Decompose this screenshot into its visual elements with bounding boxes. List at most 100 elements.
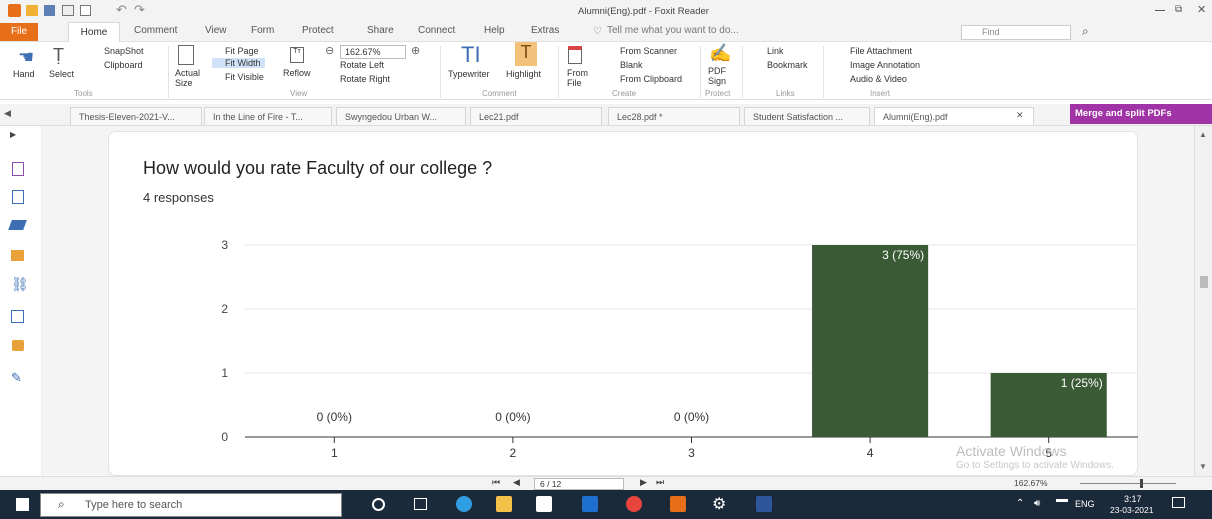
thumbnails-icon[interactable]: [12, 190, 24, 204]
minimize-icon[interactable]: [1155, 10, 1165, 11]
user-sign-icon[interactable]: ✎: [11, 370, 22, 386]
tab-scroll-left-icon[interactable]: ◀: [4, 108, 11, 119]
redo-icon[interactable]: ↷: [134, 2, 145, 18]
scroll-up-icon[interactable]: ▲: [1199, 130, 1207, 139]
zoom-slider-thumb[interactable]: [1140, 479, 1143, 488]
prev-page-icon[interactable]: ◀: [513, 477, 520, 488]
tab-share[interactable]: Share: [367, 25, 394, 36]
doc-tab[interactable]: In the Line of Fire - T...: [204, 107, 332, 125]
layers-icon[interactable]: [8, 220, 27, 230]
lock-icon[interactable]: [12, 340, 24, 351]
from-scanner-button[interactable]: From Scanner: [620, 46, 677, 56]
windows-start-icon[interactable]: [16, 498, 29, 511]
task-view-icon[interactable]: [414, 498, 427, 510]
zoom-out-icon[interactable]: ⊖: [325, 44, 334, 57]
file-menu[interactable]: File: [0, 23, 38, 41]
doc-tab[interactable]: Lec28.pdf *: [608, 107, 740, 125]
pages-icon[interactable]: [12, 162, 24, 176]
taskbar-search-input[interactable]: Type here to search: [40, 493, 342, 517]
rotate-left-button[interactable]: Rotate Left: [340, 60, 384, 70]
tab-connect[interactable]: Connect: [418, 25, 455, 36]
new-icon[interactable]: [80, 5, 91, 16]
link-button[interactable]: Link: [767, 46, 784, 56]
cortana-icon[interactable]: [372, 498, 385, 511]
language-indicator[interactable]: ENG: [1075, 499, 1095, 509]
pdf-sign-button[interactable]: PDF Sign: [708, 66, 732, 86]
snapshot-button[interactable]: SnapShot: [104, 46, 144, 56]
clipboard-button[interactable]: Clipboard: [104, 60, 143, 70]
fit-visible-button[interactable]: Fit Visible: [225, 72, 264, 82]
rotate-right-button[interactable]: Rotate Right: [340, 74, 390, 84]
tray-chevron-icon[interactable]: ⌃: [1016, 498, 1024, 509]
bookmark-button[interactable]: Bookmark: [767, 60, 808, 70]
status-zoom-label: 162.67%: [1014, 478, 1048, 488]
reflow-button[interactable]: Reflow: [283, 68, 311, 78]
open-icon[interactable]: [26, 5, 38, 16]
blank-button[interactable]: Blank: [620, 60, 643, 70]
close-tab-icon[interactable]: ✕: [1016, 110, 1024, 121]
foxit-taskbar-icon[interactable]: [670, 496, 686, 512]
doc-tab[interactable]: Student Satisfaction ...: [744, 107, 870, 125]
tell-me-input[interactable]: Tell me what you want to do...: [607, 25, 739, 36]
doc-tab[interactable]: Swyngedou Urban W...: [336, 107, 466, 125]
settings-gear-icon[interactable]: ⚙: [712, 494, 726, 514]
vertical-scrollbar[interactable]: ▲ ▼: [1194, 126, 1212, 476]
tab-comment[interactable]: Comment: [134, 25, 177, 36]
tab-form[interactable]: Form: [251, 25, 274, 36]
last-page-icon[interactable]: ⏭: [656, 477, 664, 488]
from-file-button[interactable]: From File: [567, 68, 588, 88]
tab-view[interactable]: View: [205, 25, 227, 36]
zoom-slider[interactable]: [1080, 483, 1176, 484]
actual-size-button[interactable]: Actual Size: [175, 68, 203, 88]
scroll-down-icon[interactable]: ▼: [1199, 462, 1207, 471]
ribbon-divider: [168, 46, 169, 98]
undo-icon[interactable]: ↶: [116, 2, 127, 18]
attachment-icon[interactable]: ⛓: [11, 276, 29, 293]
volume-icon[interactable]: 🔊︎: [1034, 498, 1040, 509]
select-tool-button[interactable]: Select: [49, 69, 74, 79]
mail-icon[interactable]: [582, 496, 598, 512]
clock-time[interactable]: 3:17: [1124, 494, 1142, 504]
chrome-icon[interactable]: [626, 496, 642, 512]
from-clipboard-button[interactable]: From Clipboard: [620, 74, 682, 84]
expand-panel-icon[interactable]: ▶: [10, 130, 16, 139]
image-annotation-button[interactable]: Image Annotation: [850, 60, 920, 70]
clock-date[interactable]: 23-03-2021: [1110, 505, 1153, 515]
highlight-button[interactable]: Highlight: [506, 69, 541, 79]
ribbon-divider: [742, 46, 743, 98]
audio-video-button[interactable]: Audio & Video: [850, 74, 907, 84]
store-icon[interactable]: [536, 496, 552, 512]
search-icon[interactable]: ⌕: [1082, 24, 1089, 39]
page-number-field[interactable]: 6 / 12: [534, 478, 624, 490]
file-attachment-button[interactable]: File Attachment: [850, 46, 912, 56]
tab-protect[interactable]: Protect: [302, 25, 334, 36]
doc-tab[interactable]: Lec21.pdf: [470, 107, 602, 125]
tab-home[interactable]: Home: [68, 22, 120, 43]
doc-tab-active[interactable]: Alumni(Eng).pdf: [874, 107, 1034, 125]
close-icon[interactable]: ✕: [1197, 3, 1206, 16]
word-icon[interactable]: [756, 496, 772, 512]
edge-icon[interactable]: [456, 496, 472, 512]
next-page-icon[interactable]: ▶: [640, 477, 647, 488]
save-icon[interactable]: [44, 5, 55, 16]
hand-tool-button[interactable]: Hand: [13, 69, 35, 79]
scroll-thumb[interactable]: [1200, 276, 1208, 288]
first-page-icon[interactable]: ⏮: [492, 477, 500, 488]
zoom-in-icon[interactable]: ⊕: [411, 44, 420, 57]
fit-page-button[interactable]: Fit Page: [225, 46, 259, 56]
signature-panel-icon[interactable]: [11, 310, 24, 323]
tab-help[interactable]: Help: [484, 25, 505, 36]
merge-split-button[interactable]: Merge and split PDFs: [1070, 104, 1212, 124]
print-icon[interactable]: [62, 5, 74, 16]
file-explorer-icon[interactable]: [496, 496, 512, 512]
restore-icon[interactable]: ⧉: [1175, 4, 1182, 15]
typewriter-button[interactable]: Typewriter: [448, 69, 490, 79]
zoom-select[interactable]: 162.67%: [340, 45, 406, 59]
fit-width-button[interactable]: Fit Width: [212, 58, 265, 68]
network-icon[interactable]: [1056, 499, 1068, 507]
find-field[interactable]: Find: [961, 25, 1071, 40]
doc-tab[interactable]: Thesis-Eleven-2021-V...: [70, 107, 202, 125]
tab-extras[interactable]: Extras: [531, 25, 559, 36]
notification-icon[interactable]: [1172, 497, 1185, 508]
comments-icon[interactable]: [11, 250, 24, 261]
